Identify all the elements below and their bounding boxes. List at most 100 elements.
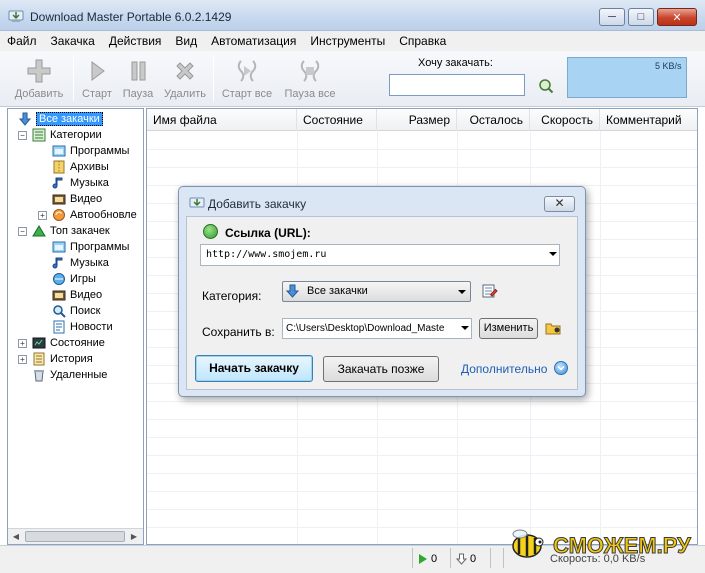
scroll-right-arrow[interactable]: ▶ bbox=[126, 529, 142, 544]
save-path-input[interactable]: C:\Users\Desktop\Download_Maste bbox=[282, 318, 472, 339]
maximize-button[interactable]: □ bbox=[628, 8, 654, 26]
menu-bar: Файл Закачка Действия Вид Автоматизация … bbox=[0, 31, 705, 51]
tree-item-autoupdate[interactable]: Автообновле bbox=[52, 207, 137, 223]
category-select[interactable]: Все закачки bbox=[282, 281, 471, 302]
magnifier-icon[interactable] bbox=[538, 78, 554, 94]
video-icon bbox=[52, 192, 66, 206]
scroll-thumb[interactable] bbox=[25, 531, 125, 542]
column-remaining[interactable]: Осталось bbox=[457, 109, 530, 131]
active-count: 0 bbox=[418, 550, 437, 568]
tree-item-top-games[interactable]: Игры bbox=[52, 271, 96, 287]
tree-item-label: Все закачки bbox=[36, 112, 103, 126]
tree-item-state[interactable]: Состояние bbox=[32, 335, 105, 351]
grid-line bbox=[147, 149, 697, 150]
menu-actions[interactable]: Действия bbox=[109, 34, 162, 48]
column-size[interactable]: Размер bbox=[377, 109, 457, 131]
dialog-close-button[interactable]: ✕ bbox=[544, 196, 575, 212]
category-tree: Все закачки − Категории Программы Архивы… bbox=[7, 108, 144, 545]
chevron-down-icon[interactable] bbox=[461, 326, 469, 330]
tree-item-programs[interactable]: Программы bbox=[52, 143, 129, 159]
top-downloads-icon bbox=[32, 224, 46, 238]
expand-icon[interactable]: + bbox=[18, 339, 27, 348]
tree-item-deleted[interactable]: Удаленные bbox=[32, 367, 107, 383]
menu-automation[interactable]: Автоматизация bbox=[211, 34, 296, 48]
add-button[interactable]: Добавить bbox=[10, 55, 68, 105]
tree-item-archives[interactable]: Архивы bbox=[52, 159, 109, 175]
maximize-icon: □ bbox=[637, 11, 645, 23]
tree-item-music[interactable]: Музыка bbox=[52, 175, 109, 191]
collapse-icon[interactable]: − bbox=[18, 227, 27, 236]
menu-view[interactable]: Вид bbox=[175, 34, 197, 48]
tree-item-categories[interactable]: Категории bbox=[32, 127, 102, 143]
programs-icon bbox=[52, 240, 66, 254]
tree-item-top-programs[interactable]: Программы bbox=[52, 239, 129, 255]
start-download-button[interactable]: Начать закачку bbox=[195, 355, 313, 382]
tree-item-top-video[interactable]: Видео bbox=[52, 287, 102, 303]
play-status-icon bbox=[419, 554, 427, 564]
menu-help[interactable]: Справка bbox=[399, 34, 446, 48]
tree-item-label: Состояние bbox=[50, 337, 105, 349]
tree-item-video[interactable]: Видео bbox=[52, 191, 102, 207]
grid-line bbox=[147, 491, 697, 492]
tree-item-history[interactable]: История bbox=[32, 351, 93, 367]
grid-line bbox=[147, 437, 697, 438]
column-state[interactable]: Состояние bbox=[297, 109, 377, 131]
column-speed[interactable]: Скорость bbox=[530, 109, 600, 131]
tree-horizontal-scrollbar[interactable]: ◀ ▶ bbox=[8, 528, 143, 544]
start-all-label: Старт все bbox=[221, 88, 273, 100]
toolbar-separator bbox=[73, 55, 74, 101]
download-status-icon bbox=[456, 553, 467, 565]
tree-item-label: Музыка bbox=[70, 257, 109, 269]
download-later-button[interactable]: Закачать позже bbox=[323, 356, 439, 382]
close-button[interactable]: ✕ bbox=[657, 8, 697, 26]
delete-button[interactable]: Удалить bbox=[160, 55, 210, 105]
tree-item-label: Музыка bbox=[70, 177, 109, 189]
url-input[interactable]: http://www.smojem.ru bbox=[200, 244, 560, 266]
grid-line bbox=[147, 401, 697, 402]
tree-item-top[interactable]: Топ закачек bbox=[32, 223, 110, 239]
expand-icon[interactable]: + bbox=[38, 211, 47, 220]
tree-item-top-music[interactable]: Музыка bbox=[52, 255, 109, 271]
column-filename[interactable]: Имя файла bbox=[147, 109, 297, 131]
menu-file[interactable]: Файл bbox=[7, 34, 37, 48]
music-icon bbox=[52, 176, 66, 190]
url-label: Ссылка (URL): bbox=[225, 226, 311, 240]
tree-item-label: Программы bbox=[70, 145, 130, 157]
pause-all-label: Пауза все bbox=[284, 88, 336, 100]
menu-tools[interactable]: Инструменты bbox=[310, 34, 385, 48]
more-options-link[interactable]: Дополнительно bbox=[461, 362, 547, 376]
pause-button[interactable]: Пауза bbox=[118, 55, 158, 105]
minimize-button[interactable]: ─ bbox=[599, 8, 625, 26]
collapse-icon[interactable]: − bbox=[18, 131, 27, 140]
column-comment[interactable]: Комментарий bbox=[600, 109, 697, 131]
chevron-down-icon[interactable] bbox=[458, 290, 466, 294]
start-all-button[interactable]: Старт все bbox=[218, 55, 276, 105]
start-all-icon bbox=[237, 60, 257, 82]
tree-item-label: Автообновле bbox=[70, 209, 137, 221]
close-icon: ✕ bbox=[672, 11, 682, 24]
tree-item-top-search[interactable]: Поиск bbox=[52, 303, 100, 319]
expand-down-icon[interactable] bbox=[554, 361, 568, 375]
scroll-left-arrow[interactable]: ◀ bbox=[8, 529, 24, 544]
want-download-input[interactable] bbox=[389, 74, 525, 96]
archive-icon bbox=[52, 160, 66, 174]
music-icon bbox=[52, 256, 66, 270]
tree-item-label: История bbox=[50, 353, 93, 365]
tree-item-label: Видео bbox=[70, 289, 103, 301]
change-folder-button[interactable]: Изменить bbox=[479, 318, 538, 339]
save-to-label: Сохранить в: bbox=[202, 325, 275, 339]
dialog-app-icon bbox=[189, 195, 205, 211]
expand-icon[interactable]: + bbox=[18, 355, 27, 364]
close-icon: ✕ bbox=[554, 196, 565, 210]
speed-graph-value: 5 KB/s bbox=[655, 61, 682, 71]
folder-key-icon[interactable] bbox=[545, 320, 562, 336]
edit-category-icon[interactable] bbox=[482, 283, 498, 299]
start-button[interactable]: Старт bbox=[78, 55, 116, 105]
tree-item-label: Поиск bbox=[70, 305, 101, 317]
chevron-down-icon[interactable] bbox=[549, 252, 557, 256]
tree-item-top-news[interactable]: Новости bbox=[52, 319, 113, 335]
tree-item-all[interactable]: Все закачки bbox=[18, 111, 103, 127]
status-separator bbox=[490, 548, 491, 568]
menu-download[interactable]: Закачка bbox=[51, 34, 95, 48]
pause-all-button[interactable]: Пауза все bbox=[282, 55, 338, 105]
